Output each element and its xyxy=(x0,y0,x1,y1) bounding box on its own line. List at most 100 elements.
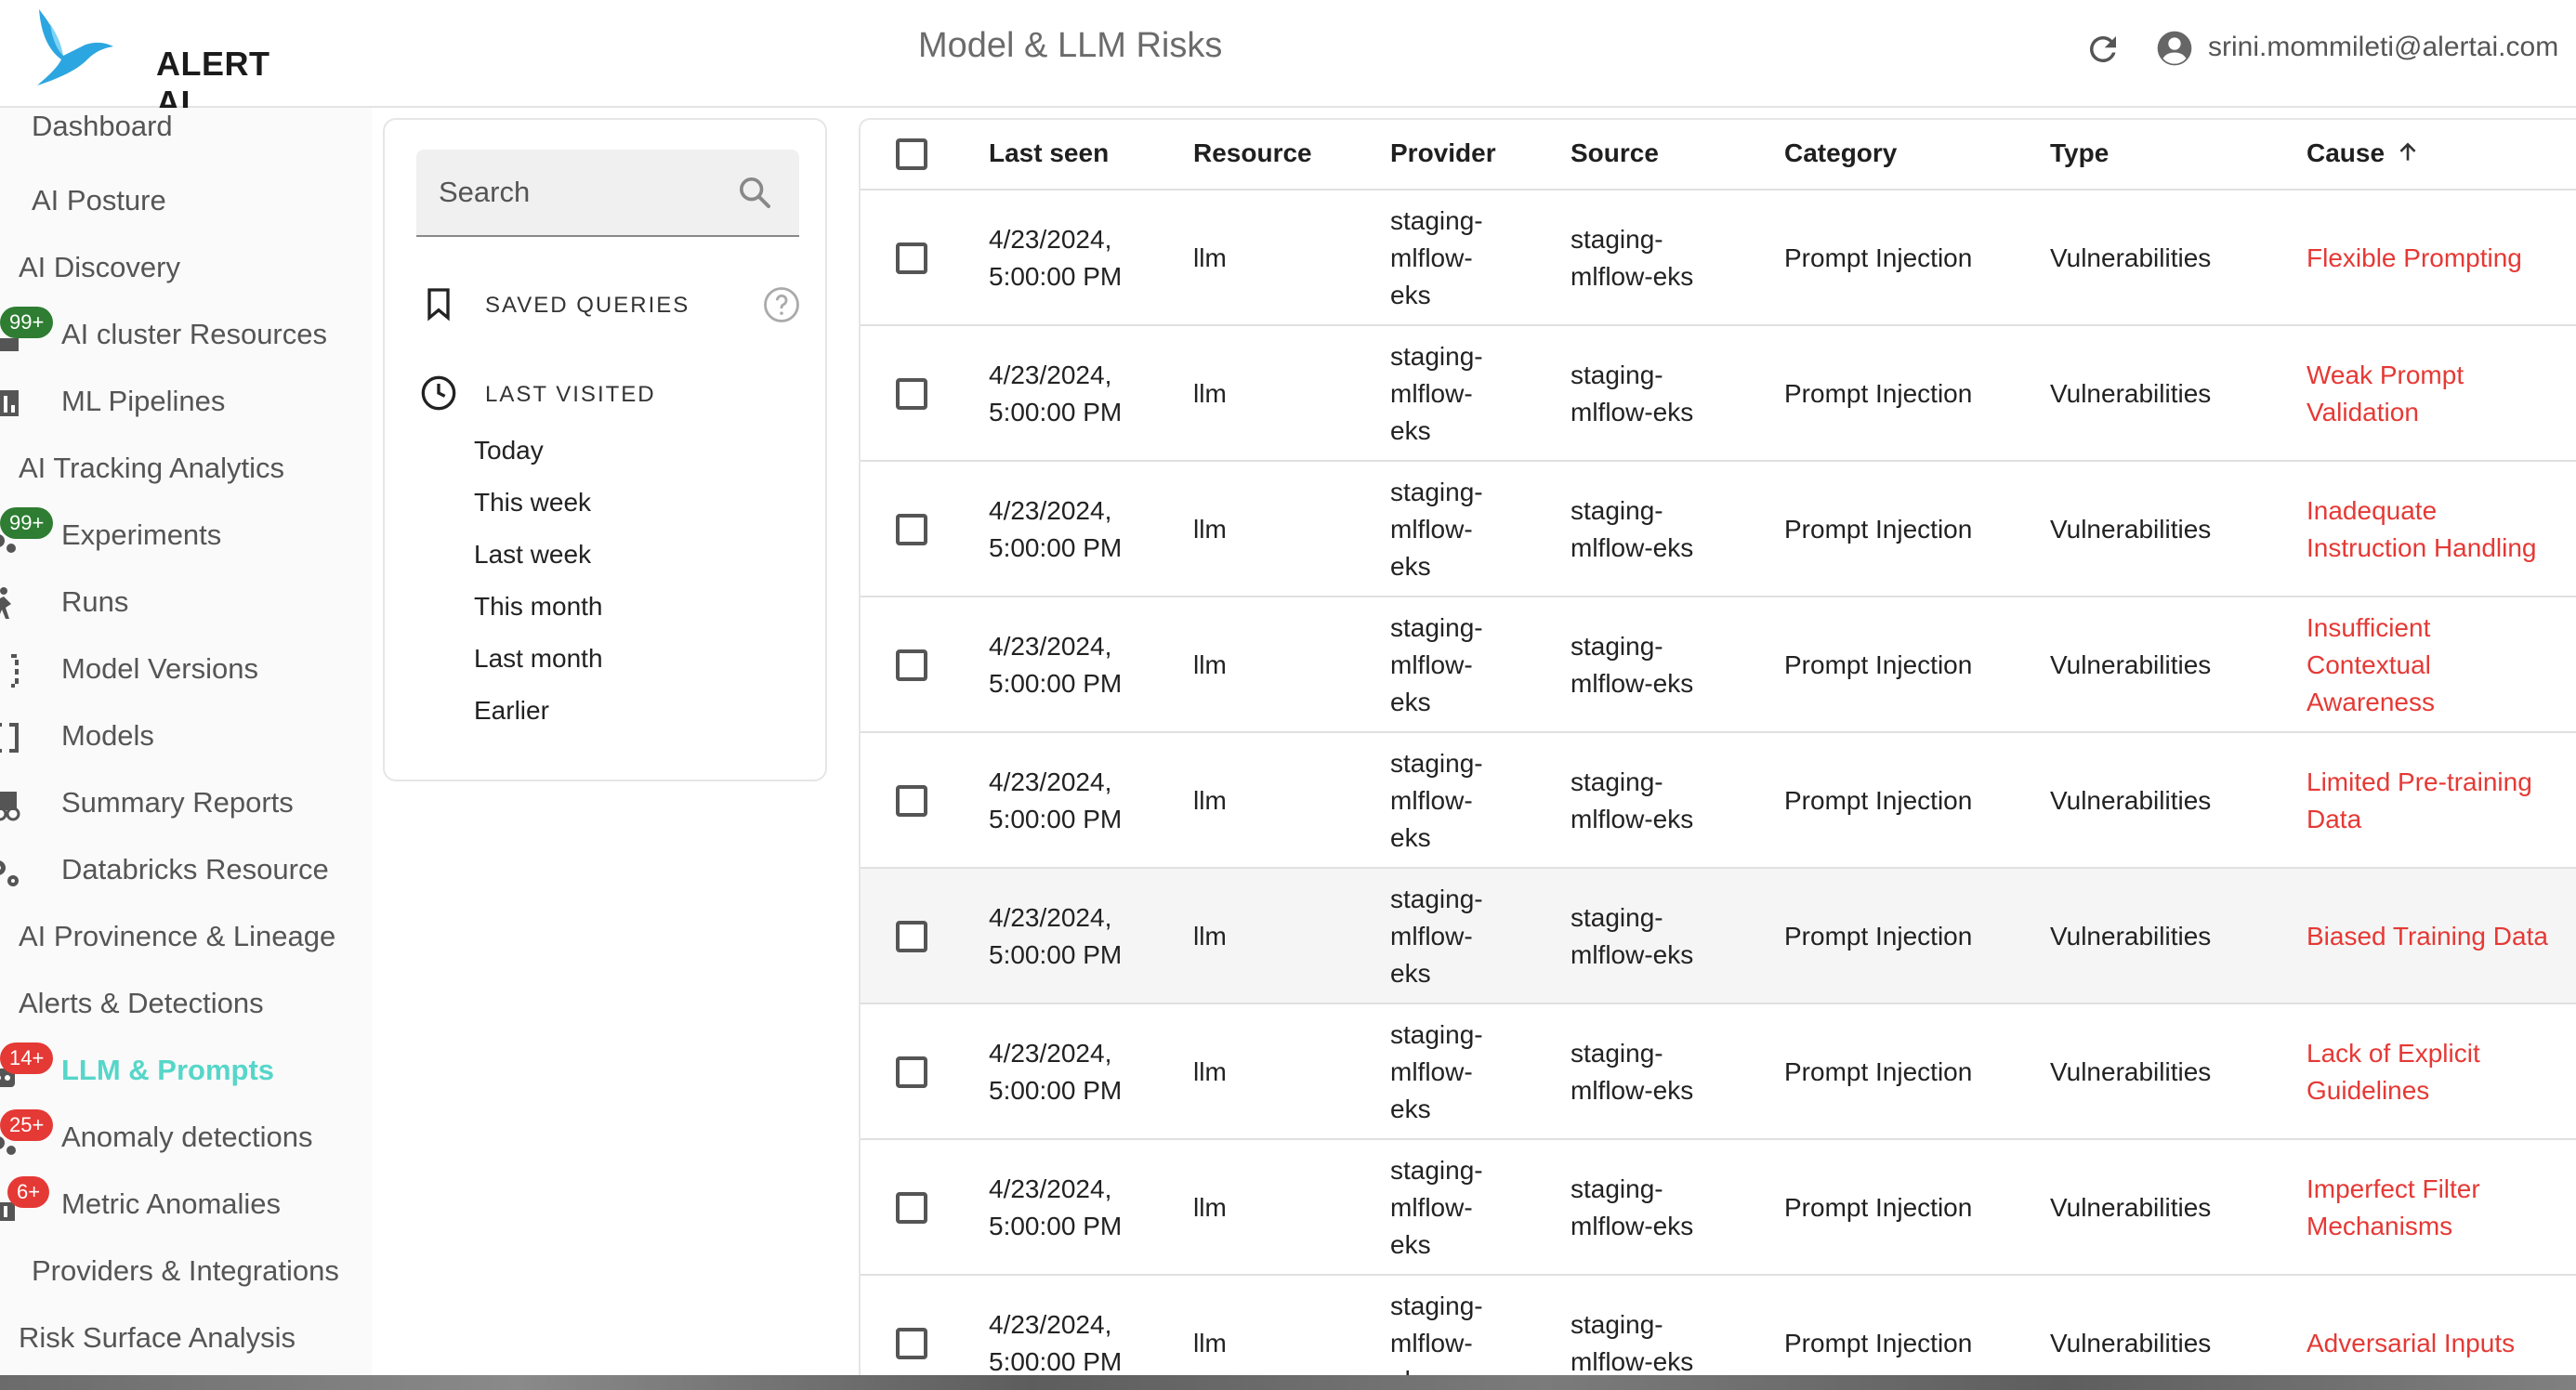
count-badge: 6+ xyxy=(7,1176,50,1208)
column-header-resource[interactable]: Resource xyxy=(1193,138,1312,168)
last-visited-this-month[interactable]: This month xyxy=(474,592,603,622)
sidebar-item-ai-tracking-analytics[interactable]: AI Tracking Analytics xyxy=(0,442,372,494)
app-header: ALERT AI Model & LLM Risks srini.mommile… xyxy=(0,0,2576,122)
refresh-icon[interactable] xyxy=(2083,30,2123,69)
table-row[interactable]: 4/23/2024, 5:00:00 PM llm staging- mlflow-… xyxy=(861,597,2576,733)
cell-category: Prompt Injection xyxy=(1784,243,1973,272)
table-row[interactable]: 4/23/2024, 5:00:00 PM llm staging- mlflow-… xyxy=(861,1140,2576,1276)
cell-category: Prompt Injection xyxy=(1784,379,1973,408)
cell-cause[interactable]: Limited Pre-training Data xyxy=(2307,764,2576,838)
cell-category: Prompt Injection xyxy=(1784,650,1973,679)
cell-resource: llm xyxy=(1193,1057,1227,1086)
table-header: Last seen Resource Provider Source Categ… xyxy=(861,120,2576,190)
cell-cause[interactable]: Biased Training Data xyxy=(2307,918,2576,955)
sidebar-item-label: Databricks Resource xyxy=(61,853,329,885)
column-header-provider[interactable]: Provider xyxy=(1390,138,1496,168)
cell-last-seen: 4/23/2024, 5:00:00 PM xyxy=(989,767,1123,833)
user-email[interactable]: srini.mommileti@alertai.com xyxy=(2208,32,2558,63)
sidebar-item-model-versions[interactable]: Model Versions xyxy=(0,643,372,695)
sidebar-item-ml-pipelines[interactable]: ML Pipelines xyxy=(0,375,372,427)
sidebar-item-label: Models xyxy=(61,719,154,752)
table-row[interactable]: 4/23/2024, 5:00:00 PM llm staging- mlflow-… xyxy=(861,733,2576,869)
report-icon xyxy=(0,788,28,821)
help-icon[interactable] xyxy=(762,285,801,324)
row-checkbox[interactable] xyxy=(896,649,927,681)
saved-queries-section[interactable]: SAVED QUERIES xyxy=(416,282,807,328)
last-visited-today[interactable]: Today xyxy=(474,436,544,466)
last-visited-this-week[interactable]: This week xyxy=(474,488,591,518)
column-header-cause[interactable]: Cause xyxy=(2307,138,2420,168)
table-row[interactable]: 4/23/2024, 5:00:00 PM llm staging- mlflow-… xyxy=(861,462,2576,597)
sidebar-item-ai-posture[interactable]: AI Posture xyxy=(0,175,372,227)
row-checkbox[interactable] xyxy=(896,514,927,545)
row-checkbox[interactable] xyxy=(896,1192,927,1224)
table-row[interactable]: 4/23/2024, 5:00:00 PM llm staging- mlflow-… xyxy=(861,869,2576,1004)
sidebar-item-anomaly-detections[interactable]: 25+ Anomaly detections xyxy=(0,1109,372,1163)
sidebar-item-runs[interactable]: Runs xyxy=(0,576,372,628)
cell-last-seen: 4/23/2024, 5:00:00 PM xyxy=(989,225,1123,291)
sidebar-item-experiments[interactable]: 99+ Experiments xyxy=(0,507,372,561)
sidebar-item-models[interactable]: Models xyxy=(0,710,372,762)
cell-cause[interactable]: Flexible Prompting xyxy=(2307,240,2576,277)
cell-cause[interactable]: Weak Prompt Validation xyxy=(2307,357,2576,431)
column-header-last-seen[interactable]: Last seen xyxy=(989,138,1109,168)
last-visited-earlier[interactable]: Earlier xyxy=(474,696,549,726)
sidebar-item-summary-reports[interactable]: Summary Reports xyxy=(0,777,372,829)
cell-last-seen: 4/23/2024, 5:00:00 PM xyxy=(989,496,1123,562)
column-header-category[interactable]: Category xyxy=(1784,138,1897,168)
row-checkbox[interactable] xyxy=(896,785,927,817)
cell-cause[interactable]: Adversarial Inputs xyxy=(2307,1325,2576,1362)
alert-ai-logo[interactable]: ALERT AI xyxy=(32,7,310,122)
search-icon[interactable] xyxy=(736,174,773,211)
select-all-checkbox[interactable] xyxy=(896,138,927,170)
table-row[interactable]: 4/23/2024, 5:00:00 PM llm staging- mlflow-… xyxy=(861,190,2576,326)
sidebar-item-risk-surface-analysis[interactable]: Risk Surface Analysis xyxy=(0,1312,372,1364)
cell-source: staging- mlflow-eks xyxy=(1571,903,1694,969)
cell-cause[interactable]: Insufficient Contextual Awareness xyxy=(2307,610,2576,721)
row-checkbox[interactable] xyxy=(896,921,927,952)
cell-type: Vulnerabilities xyxy=(2050,243,2212,272)
row-checkbox[interactable] xyxy=(896,1056,927,1088)
cell-category: Prompt Injection xyxy=(1784,786,1973,815)
table-row[interactable]: 4/23/2024, 5:00:00 PM llm staging- mlflow-… xyxy=(861,1276,2576,1380)
sidebar-item-llm-prompts[interactable]: 14+ LLM & Prompts xyxy=(0,1042,372,1096)
row-checkbox[interactable] xyxy=(896,378,927,410)
sidebar-item-databricks-resource[interactable]: Databricks Resource xyxy=(0,844,372,896)
column-header-source[interactable]: Source xyxy=(1571,138,1659,168)
cell-resource: llm xyxy=(1193,243,1227,272)
search-input[interactable] xyxy=(437,170,719,215)
sidebar-item-label: Runs xyxy=(61,585,129,618)
sidebar-item-label: Experiments xyxy=(61,518,222,551)
table-row[interactable]: 4/23/2024, 5:00:00 PM llm staging- mlflow-… xyxy=(861,1004,2576,1140)
bracket-icon xyxy=(0,654,28,688)
sidebar-item-label: AI Posture xyxy=(32,184,166,216)
row-checkbox[interactable] xyxy=(896,243,927,274)
sidebar-item-label: AI Provinence & Lineage xyxy=(19,920,336,952)
sidebar-item-ai-cluster-resources[interactable]: 99+ AI cluster Resources xyxy=(0,307,372,361)
cell-cause[interactable]: Lack of Explicit Guidelines xyxy=(2307,1035,2576,1109)
last-visited-last-month[interactable]: Last month xyxy=(474,644,603,674)
sidebar-item-metric-anomalies[interactable]: 6+ Metric Anomalies xyxy=(0,1176,372,1230)
cell-type: Vulnerabilities xyxy=(2050,786,2212,815)
account-circle-icon[interactable] xyxy=(2156,30,2193,67)
count-badge: 25+ xyxy=(0,1109,54,1141)
cell-type: Vulnerabilities xyxy=(2050,650,2212,679)
last-visited-last-week[interactable]: Last week xyxy=(474,540,591,570)
cell-source: staging- mlflow-eks xyxy=(1571,767,1694,833)
table-row[interactable]: 4/23/2024, 5:00:00 PM llm staging- mlflow-… xyxy=(861,326,2576,462)
sidebar-item-alerts-detections[interactable]: Alerts & Detections xyxy=(0,977,372,1029)
cell-last-seen: 4/23/2024, 5:00:00 PM xyxy=(989,361,1123,426)
cell-cause[interactable]: Inadequate Instruction Handling xyxy=(2307,492,2576,567)
sidebar-item-dashboard[interactable]: Dashboard xyxy=(0,108,372,160)
sidebar-item-providers-integrations[interactable]: Providers & Integrations xyxy=(0,1245,372,1297)
arrow-up-icon[interactable] xyxy=(2396,140,2420,164)
row-checkbox[interactable] xyxy=(896,1328,927,1359)
cell-category: Prompt Injection xyxy=(1784,922,1973,951)
column-header-type[interactable]: Type xyxy=(2050,138,2109,168)
sidebar-item-ai-discovery[interactable]: AI Discovery xyxy=(0,242,372,294)
page-title: Model & LLM Risks xyxy=(918,26,1223,65)
sidebar-item-ai-provinence-lineage[interactable]: AI Provinence & Lineage xyxy=(0,911,372,963)
saved-queries-label: SAVED QUERIES xyxy=(485,293,690,318)
cell-cause[interactable]: Imperfect Filter Mechanisms xyxy=(2307,1171,2576,1245)
column-header-cause-label: Cause xyxy=(2307,138,2385,167)
